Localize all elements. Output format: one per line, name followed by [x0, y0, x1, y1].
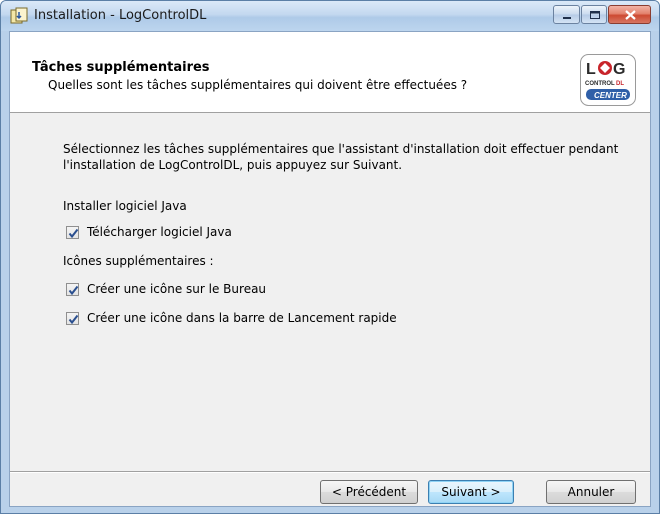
quicklaunch-label: Créer une icône dans la barre de Lanceme… [87, 311, 397, 325]
logcontrol-logo: L G CONTROL DL CENTER [580, 54, 636, 106]
quicklaunch-checkbox[interactable] [66, 311, 79, 325]
installer-window: Installation - LogControlDL Tâches suppl… [0, 0, 660, 514]
svg-text:L: L [586, 61, 596, 78]
svg-text:DL: DL [616, 81, 624, 87]
maximize-icon [590, 11, 600, 19]
checkmark-icon [68, 228, 79, 238]
download-java-label: Télécharger logiciel Java [87, 225, 232, 239]
desktop-icon-label: Créer une icône sur le Bureau [87, 282, 267, 296]
next-button[interactable]: Suivant > [428, 480, 514, 504]
previous-button[interactable]: < Précédent [320, 480, 418, 504]
task-desktop-icon[interactable]: Créer une icône sur le Bureau [66, 281, 266, 297]
close-button[interactable] [608, 5, 651, 24]
task-quicklaunch-icon[interactable]: Créer une icône dans la barre de Lanceme… [66, 310, 397, 326]
cancel-button[interactable]: Annuler [546, 480, 636, 504]
desktop-icon-checkbox[interactable] [66, 282, 79, 296]
minimize-icon [563, 17, 571, 19]
page-subtitle: Quelles sont les tâches supplémentaires … [48, 78, 468, 92]
download-java-checkbox[interactable] [66, 225, 79, 239]
group-label-java: Installer logiciel Java [63, 199, 187, 213]
window-title: Installation - LogControlDL [34, 8, 207, 23]
footer-divider [10, 471, 650, 473]
svg-text:CONTROL: CONTROL [585, 81, 615, 87]
maximize-button[interactable] [581, 5, 607, 24]
svg-text:G: G [613, 61, 625, 78]
svg-text:CENTER: CENTER [594, 91, 627, 100]
installer-app-icon [10, 7, 28, 25]
group-label-icons: Icônes supplémentaires : [63, 254, 214, 268]
page-title: Tâches supplémentaires [32, 60, 210, 75]
checkmark-icon [68, 314, 79, 324]
wizard-header: Tâches supplémentaires Quelles sont les … [10, 32, 650, 113]
close-icon [625, 10, 636, 20]
minimize-button[interactable] [553, 5, 580, 24]
instructions-text: Sélectionnez les tâches supplémentaires … [63, 142, 619, 172]
task-download-java[interactable]: Télécharger logiciel Java [66, 224, 232, 240]
wizard-body: Tâches supplémentaires Quelles sont les … [9, 31, 651, 507]
checkmark-icon [68, 285, 79, 295]
title-bar[interactable]: Installation - LogControlDL [1, 1, 659, 31]
